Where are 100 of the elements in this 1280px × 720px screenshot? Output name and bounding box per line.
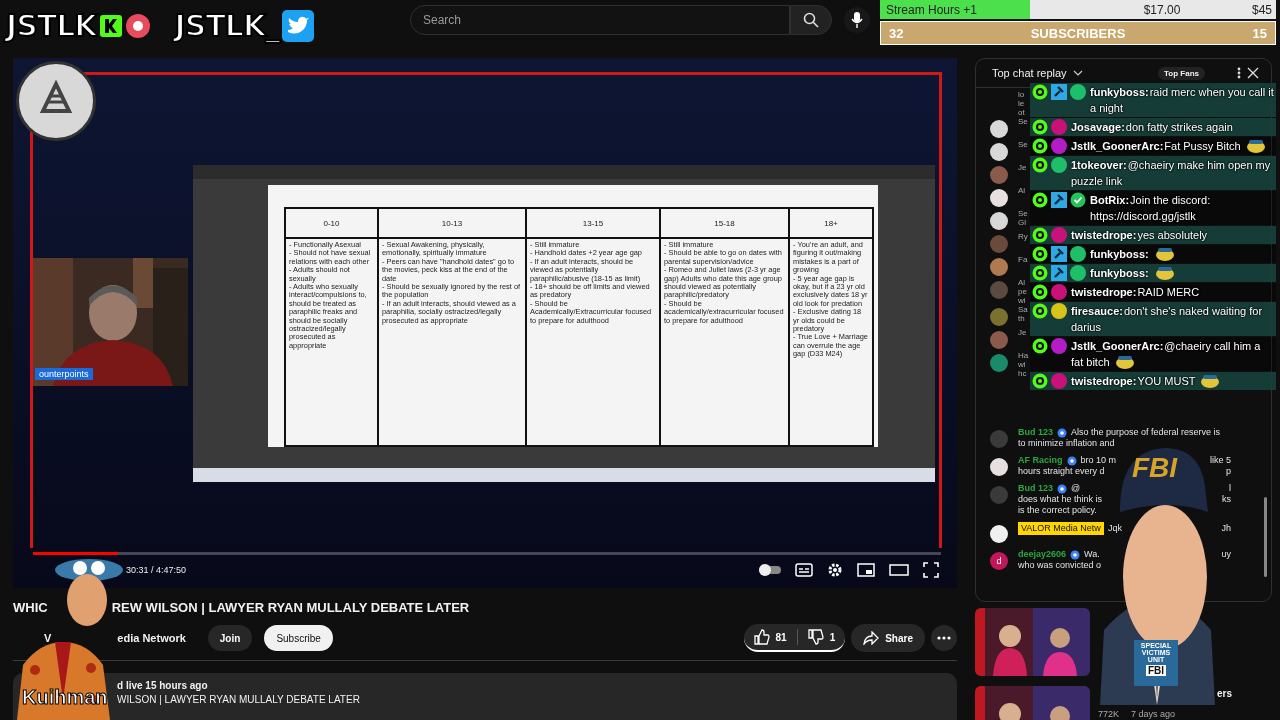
chat-author: Je [1018,163,1027,172]
chat-author: Al [1018,278,1027,287]
table-header: 0-10 [286,209,377,239]
description-text: WILSON | LAWYER RYAN MULLALY DEBATE LATER [117,694,361,705]
autoplay-toggle[interactable] [759,564,781,576]
scrollbar[interactable] [1264,497,1267,577]
chat-author: pe [1018,287,1027,296]
channel-name[interactable]: V [44,632,52,644]
table-header: 10-13 [379,209,525,239]
search-field[interactable]: Search [410,5,790,35]
kebab-menu-icon[interactable] [1237,67,1241,79]
chat-author: Sa [1018,305,1028,314]
chat-message: 1tokeover:@chaeiry make him open my puzzle link [1071,158,1272,189]
chat-message: Jqk [1107,523,1122,534]
goal-label: Stream Hours +1 [886,2,979,17]
chat-message: like 5 [1210,455,1231,466]
search-icon [803,12,819,28]
badge-icon [1032,303,1048,319]
miniplayer-icon[interactable] [857,563,875,577]
badge-icon [1032,84,1048,100]
badge-icon [1032,192,1048,208]
chat-mode-dropdown[interactable]: Top chat replay [992,67,1067,79]
chat-message: Jstlk_GoonerArc:Fat Pussy Bitch [1071,138,1274,154]
like-button[interactable]: 81 [743,624,797,650]
more-button[interactable] [931,625,957,651]
table-header: 13-15 [527,209,659,239]
chat-message: hours straight every d [1018,466,1105,477]
chat-author: wi [1018,296,1027,305]
record-icon [124,12,151,39]
logo-text: JSTLK [6,8,97,43]
chat-message: who was convicted o [1018,560,1102,571]
dislike-button[interactable]: 1 [797,624,846,650]
top-fans-chip[interactable]: Top Fans [1158,66,1205,80]
subscriber-label: SUBSCRIBERS [1030,25,1126,41]
close-icon[interactable] [1247,67,1259,79]
share-icon [863,631,880,645]
time-label: 30:31 / 4:47:50 [126,565,187,575]
chat-message: @ [1071,483,1081,494]
chat-author: Bud 123 [1018,483,1053,494]
badge-icon [1032,227,1048,243]
chat-message: does what he think is [1018,494,1103,505]
badge-icon [1032,138,1048,154]
captions-icon[interactable] [795,563,813,577]
table-header: 18+ [790,209,872,239]
goal-target: $45 [1251,2,1272,17]
caption-label: Kuihman [22,686,108,709]
chat-author: deejay2606 [1018,549,1067,560]
chat-message: bro 10 m [1080,455,1117,466]
chat-author: Se [1018,140,1028,149]
goal-amount: $17.00 [1143,2,1181,17]
table-header: 15-18 [661,209,788,239]
chat-author: Fa [1018,255,1028,264]
stream-date: d live 15 hours ago [117,680,209,691]
share-button[interactable]: Share [851,624,925,652]
badge-icon [1032,338,1048,354]
chat-message: uy [1221,549,1231,560]
subscriber-goal: 15 [1252,25,1267,41]
chat-author: Ha [1018,351,1029,360]
chat-message: Wa. [1084,549,1100,560]
video-title: REW WILSON | LAWYER RYAN MULLALY DEBATE LATER [111,600,470,615]
chat-message: ks [1222,494,1231,505]
chat-author: le [1018,99,1025,108]
chat-message: l [1229,483,1231,494]
chat-author: Je [1018,328,1027,337]
logo-icon [99,14,122,37]
chat-author: lo [1018,90,1025,99]
logo-text: JSTLK_ [174,8,280,43]
chat-author: Ry [1018,232,1028,241]
member-badge-icon [1057,483,1067,494]
fullscreen-icon[interactable] [923,562,939,578]
video-title[interactable]: ers [1217,688,1232,699]
chat-message: firesauce:don't she's naked waiting for darius [1071,304,1264,335]
subscribe-button[interactable]: Subscribe [264,625,333,651]
badge-icon [1032,284,1048,300]
theater-icon[interactable] [889,564,909,576]
search-button[interactable] [790,5,832,35]
chat-author: th [1018,314,1026,323]
thumbs-up-icon [753,629,770,645]
settings-icon[interactable] [827,562,843,578]
thumbs-down-icon [807,629,824,645]
cap-label: FBI [1132,452,1178,484]
badge-icon [1032,157,1048,173]
chat-author: Se [1018,209,1028,218]
chat-author: Bud 123 [1018,427,1053,438]
upload-age: 7 days ago [1131,709,1176,719]
channel-name[interactable]: edia Network [117,632,186,644]
join-button[interactable]: Join [207,625,253,651]
chat-author: ot [1018,108,1025,117]
microphone-icon [851,12,863,28]
chat-message: twistedrope:YOU MUST [1071,373,1274,389]
badge-icon [1032,246,1048,262]
chat-author: Gl [1018,218,1027,227]
microphone-button[interactable] [844,7,870,33]
caption-label: ounterpoints [35,368,93,380]
chat-author: wi [1018,360,1027,369]
chat-message: is the correct policy. [1018,505,1097,516]
video-title: WHIC [13,600,48,615]
chat-message: twistedrope:yes absolutely [1071,228,1209,243]
chevron-down-icon[interactable] [1072,70,1083,76]
chat-message: funkyboss: [1090,246,1274,262]
